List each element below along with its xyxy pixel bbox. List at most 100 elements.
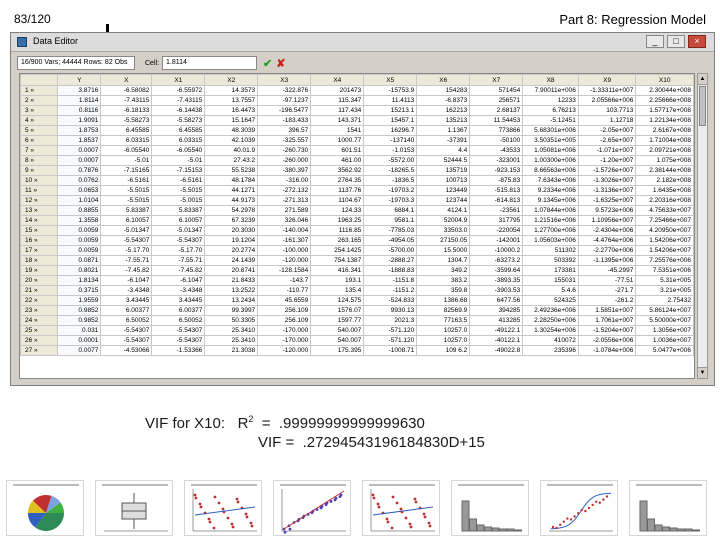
grid-cell[interactable]: 173381 bbox=[522, 265, 579, 276]
grid-cell[interactable]: 117.434 bbox=[310, 105, 365, 116]
grid-cell[interactable]: 8.66563e+006 bbox=[522, 165, 579, 176]
grid-cell[interactable]: 27150.05 bbox=[416, 235, 471, 246]
grid-cell[interactable]: 0.031 bbox=[57, 325, 102, 336]
grid-cell[interactable]: 0.8855 bbox=[57, 205, 102, 216]
grid-cell[interactable]: 1.9559 bbox=[57, 295, 102, 306]
grid-cell[interactable]: 16296.7 bbox=[363, 125, 418, 136]
grid-cell[interactable]: -5.5015 bbox=[100, 195, 153, 206]
x-icon[interactable]: ✘ bbox=[276, 57, 285, 70]
grid-cell[interactable]: 1541 bbox=[310, 125, 365, 136]
grid-cell[interactable]: -7.15165 bbox=[100, 165, 153, 176]
grid-cell[interactable]: -7785.03 bbox=[363, 225, 418, 236]
grid-cell[interactable]: -322.876 bbox=[257, 85, 312, 96]
row-header[interactable]: 11 » bbox=[20, 185, 59, 196]
grid-cell[interactable]: -7.45.82 bbox=[151, 265, 206, 276]
grid-cell[interactable]: 2.05566e+006 bbox=[577, 95, 637, 106]
grid-cell[interactable]: 1.1367 bbox=[416, 125, 471, 136]
grid-cell[interactable]: -4.53066 bbox=[100, 345, 153, 356]
grid-cell[interactable]: 7.90011e+006 bbox=[522, 85, 579, 96]
grid-cell[interactable]: 511302 bbox=[522, 245, 579, 256]
grid-cell[interactable]: 1.07844e+006 bbox=[522, 205, 579, 216]
grid-cell[interactable]: 1963.25 bbox=[310, 215, 365, 226]
grid-cell[interactable]: -3903.53 bbox=[469, 285, 524, 296]
grid-cell[interactable]: 14.3573 bbox=[204, 85, 259, 96]
grid-cell[interactable]: 5.68301e+006 bbox=[522, 125, 579, 136]
grid-cell[interactable]: 1116.85 bbox=[310, 225, 365, 236]
grid-cell[interactable]: -2888.27 bbox=[363, 255, 418, 266]
grid-cell[interactable]: 6.00377 bbox=[151, 305, 206, 316]
grid-cell[interactable]: 3.50351e+005 bbox=[522, 135, 579, 146]
grid-cell[interactable]: 6884.1 bbox=[363, 205, 418, 216]
grid-cell[interactable]: -1.20e+007 bbox=[577, 155, 637, 166]
grid-cell[interactable]: -1151.8 bbox=[363, 275, 418, 286]
grid-cell[interactable]: -6.55972 bbox=[151, 85, 206, 96]
grid-cell[interactable]: 1.8753 bbox=[57, 125, 102, 136]
grid-cell[interactable]: 0.8021 bbox=[57, 265, 102, 276]
grid-cell[interactable]: 6477.56 bbox=[469, 295, 524, 306]
grid-cell[interactable]: -15753.9 bbox=[363, 85, 418, 96]
grid-cell[interactable]: -6.14438 bbox=[151, 105, 206, 116]
grid-cell[interactable]: 6.45585 bbox=[151, 125, 206, 136]
grid-cell[interactable]: 162213 bbox=[416, 105, 471, 116]
row-header[interactable]: 1 » bbox=[20, 85, 59, 96]
grid-cell[interactable]: -5.0015 bbox=[151, 195, 206, 206]
grid-cell[interactable]: 15.5000 bbox=[416, 245, 471, 256]
grid-cell[interactable]: 2.09721e+008 bbox=[635, 145, 694, 156]
grid-cell[interactable]: 7.6343e+006 bbox=[522, 175, 579, 186]
grid-cell[interactable]: -7.43115 bbox=[151, 95, 206, 106]
grid-cell[interactable]: -5.58273 bbox=[100, 115, 153, 126]
grid-cell[interactable]: -1.6325e+007 bbox=[577, 195, 637, 206]
grid-cell[interactable]: 2.30044e+008 bbox=[635, 85, 694, 96]
grid-cell[interactable]: 100713 bbox=[416, 175, 471, 186]
grid-cell[interactable]: 4.75633e+007 bbox=[635, 205, 694, 216]
grid-cell[interactable]: 115.347 bbox=[310, 95, 365, 106]
column-header-x6[interactable]: X6 bbox=[416, 74, 471, 86]
grid-cell[interactable]: -140.004 bbox=[257, 225, 312, 236]
row-header[interactable]: 2 » bbox=[20, 95, 59, 106]
row-header[interactable]: 18 » bbox=[20, 255, 59, 266]
grid-cell[interactable]: 1.00300e+006 bbox=[522, 155, 579, 166]
grid-cell[interactable]: 2.28250e+006 bbox=[522, 315, 579, 326]
row-header[interactable]: 8 » bbox=[20, 155, 59, 166]
grid-cell[interactable]: -7.55.71 bbox=[100, 255, 153, 266]
grid-cell[interactable]: 0.7876 bbox=[57, 165, 102, 176]
grid-cell[interactable]: -161.307 bbox=[257, 235, 312, 246]
grid-cell[interactable]: 6.10057 bbox=[100, 215, 153, 226]
grid-cell[interactable]: 6.45585 bbox=[100, 125, 153, 136]
grid-cell[interactable]: -23561 bbox=[469, 205, 524, 216]
grid-cell[interactable]: 82569.9 bbox=[416, 305, 471, 316]
grid-cell[interactable]: -7.45.82 bbox=[100, 265, 153, 276]
grid-cell[interactable]: 13.2434 bbox=[204, 295, 259, 306]
grid-cell[interactable]: 394285 bbox=[469, 305, 524, 316]
grid-cell[interactable]: -1.071e+007 bbox=[577, 145, 637, 156]
grid-cell[interactable]: -1.3136e+007 bbox=[577, 185, 637, 196]
grid-cell[interactable]: 235396 bbox=[522, 345, 579, 356]
grid-cell[interactable]: 1.27700e+006 bbox=[522, 225, 579, 236]
grid-cell[interactable]: -6.05540 bbox=[151, 145, 206, 156]
grid-cell[interactable]: 416.341 bbox=[310, 265, 365, 276]
grid-cell[interactable]: -6.5161 bbox=[151, 175, 206, 186]
grid-cell[interactable]: -3.4348 bbox=[100, 285, 153, 296]
grid-cell[interactable]: -63273.2 bbox=[469, 255, 524, 266]
grid-cell[interactable]: 3.43445 bbox=[100, 295, 153, 306]
grid-cell[interactable]: 326.046 bbox=[257, 215, 312, 226]
grid-cell[interactable]: 123744 bbox=[416, 195, 471, 206]
grid-cell[interactable]: 4124.1 bbox=[416, 205, 471, 216]
grid-cell[interactable]: -5.5015 bbox=[100, 185, 153, 196]
grid-cell[interactable]: 6.03315 bbox=[151, 135, 206, 146]
grid-cell[interactable]: 2.182e+008 bbox=[635, 175, 694, 186]
grid-cell[interactable]: 0.0001 bbox=[57, 335, 102, 346]
grid-cell[interactable]: 1386.68 bbox=[416, 295, 471, 306]
grid-cell[interactable]: 15.1647 bbox=[204, 115, 259, 126]
grid-cell[interactable]: -7.43115 bbox=[100, 95, 153, 106]
grid-cell[interactable]: 1.0036e+007 bbox=[635, 335, 694, 346]
grid-cell[interactable]: -316.00 bbox=[257, 175, 312, 186]
grid-cell[interactable]: 25.3410 bbox=[204, 325, 259, 336]
row-header[interactable]: 24 » bbox=[20, 315, 59, 326]
grid-cell[interactable]: 7.25576e+006 bbox=[635, 255, 694, 266]
grid-cell[interactable]: 5.0477e+006 bbox=[635, 345, 694, 356]
grid-cell[interactable]: -2.4304e+006 bbox=[577, 225, 637, 236]
data-grid[interactable]: Y X X1 X2 X3 X4 X5 X6 X7 X8 X9 X10 1 » 3.8716 -6.5808… bbox=[19, 73, 695, 379]
grid-cell[interactable]: 524325 bbox=[522, 295, 579, 306]
grid-cell[interactable]: 1137.76 bbox=[310, 185, 365, 196]
